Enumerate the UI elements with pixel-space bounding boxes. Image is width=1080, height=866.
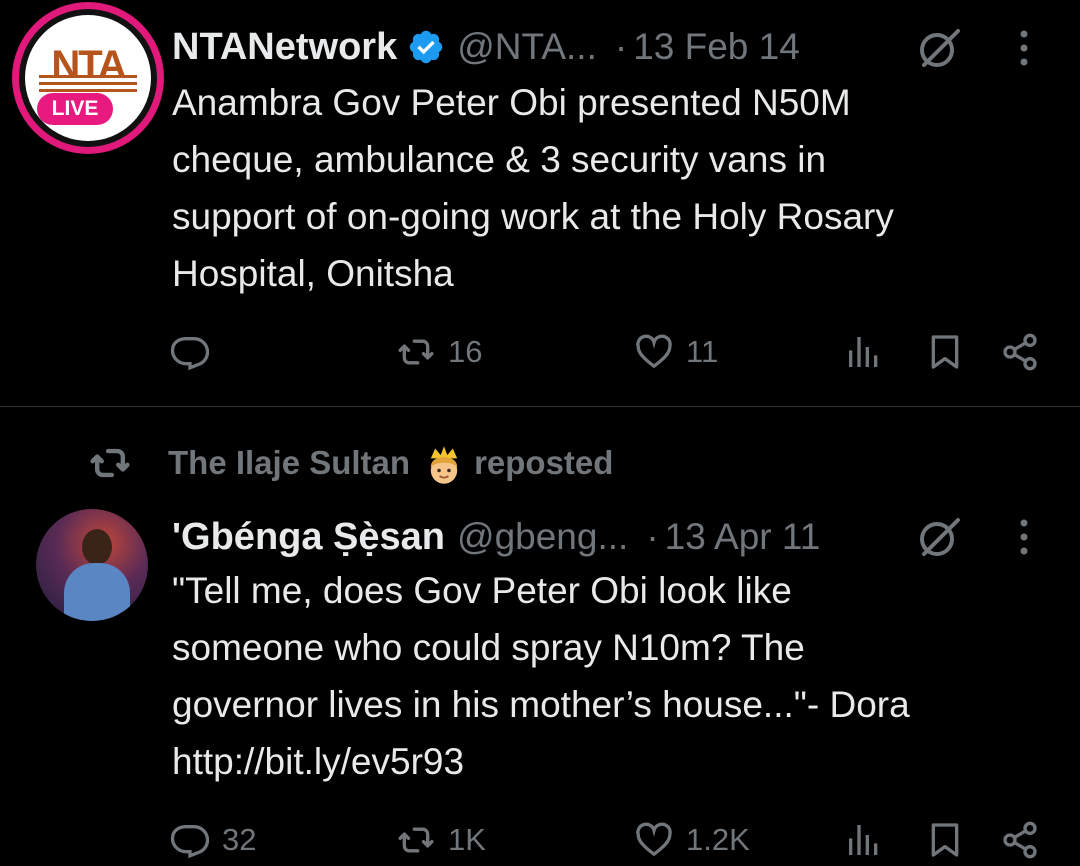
views-icon	[849, 825, 878, 855]
retweet-button[interactable]: 1K	[396, 815, 486, 865]
bookmark-button[interactable]	[925, 815, 965, 865]
display-name[interactable]: NTANetwork	[172, 26, 397, 69]
retweet-icon	[398, 339, 434, 365]
reply-button[interactable]: 32	[170, 815, 256, 865]
timestamp[interactable]: 13 Apr 11	[665, 516, 821, 558]
views-button[interactable]	[844, 327, 884, 377]
retweet-button[interactable]: 16	[396, 327, 482, 377]
repost-indicator: The Ilaje Sultan reposted	[88, 439, 613, 487]
heart-icon	[636, 822, 672, 857]
handle[interactable]: @NTA...	[457, 26, 597, 68]
timeline-feed: NTA LIVE NTANetwork @NTA... · 13 Feb 14	[0, 0, 1080, 866]
retweet-count: 16	[448, 334, 483, 369]
verified-badge-icon	[409, 30, 443, 64]
share-icon	[1003, 821, 1037, 859]
live-badge: LIVE	[37, 93, 113, 125]
reposter-name[interactable]: The Ilaje Sultan	[168, 444, 410, 482]
reply-count: 32	[222, 822, 257, 857]
share-icon	[1003, 333, 1037, 371]
retweet-icon	[398, 827, 434, 853]
grok-icon[interactable]	[916, 514, 962, 560]
reply-icon	[170, 825, 210, 859]
share-button[interactable]	[1000, 327, 1040, 377]
tweet[interactable]: The Ilaje Sultan reposted 'Gbénga Ṣẹ̀san…	[0, 407, 1080, 866]
prince-emoji-icon	[422, 443, 462, 484]
avatar[interactable]: NTA LIVE	[12, 2, 164, 154]
timestamp[interactable]: 13 Feb 14	[633, 26, 800, 68]
separator-dot: ·	[614, 26, 628, 67]
avatar-logo-bars	[39, 73, 137, 93]
tweet-actions: 16 11	[0, 327, 1080, 377]
like-count: 11	[686, 334, 719, 369]
more-icon[interactable]	[1016, 28, 1032, 68]
views-button[interactable]	[844, 815, 884, 865]
handle[interactable]: @gbeng...	[457, 516, 628, 558]
tweet-text: "Tell me, does Gov Peter Obi look like s…	[172, 570, 910, 782]
share-button[interactable]	[1000, 815, 1040, 865]
repost-label: reposted	[474, 444, 614, 481]
like-button[interactable]: 1.2K	[634, 815, 750, 865]
grok-icon[interactable]	[916, 25, 962, 71]
reply-icon	[170, 337, 210, 371]
retweet-count: 1K	[448, 822, 486, 857]
bookmark-icon	[931, 823, 959, 857]
like-button[interactable]: 11	[634, 327, 718, 377]
tweet-text: Anambra Gov Peter Obi presented N50M che…	[172, 82, 894, 294]
display-name[interactable]: 'Gbénga Ṣẹ̀san	[172, 516, 445, 559]
retweet-icon	[90, 448, 130, 478]
avatar[interactable]	[36, 509, 148, 621]
views-icon	[849, 337, 878, 367]
separator-dot: ·	[646, 516, 659, 557]
tweet[interactable]: NTA LIVE NTANetwork @NTA... · 13 Feb 14	[0, 0, 1080, 406]
like-count: 1.2K	[686, 822, 750, 857]
bookmark-icon	[931, 335, 959, 369]
more-icon[interactable]	[1016, 517, 1032, 557]
bookmark-button[interactable]	[925, 327, 965, 377]
tweet-actions: 32 1K 1.2K	[0, 815, 1080, 865]
reply-button[interactable]	[170, 327, 222, 377]
heart-icon	[636, 334, 672, 369]
